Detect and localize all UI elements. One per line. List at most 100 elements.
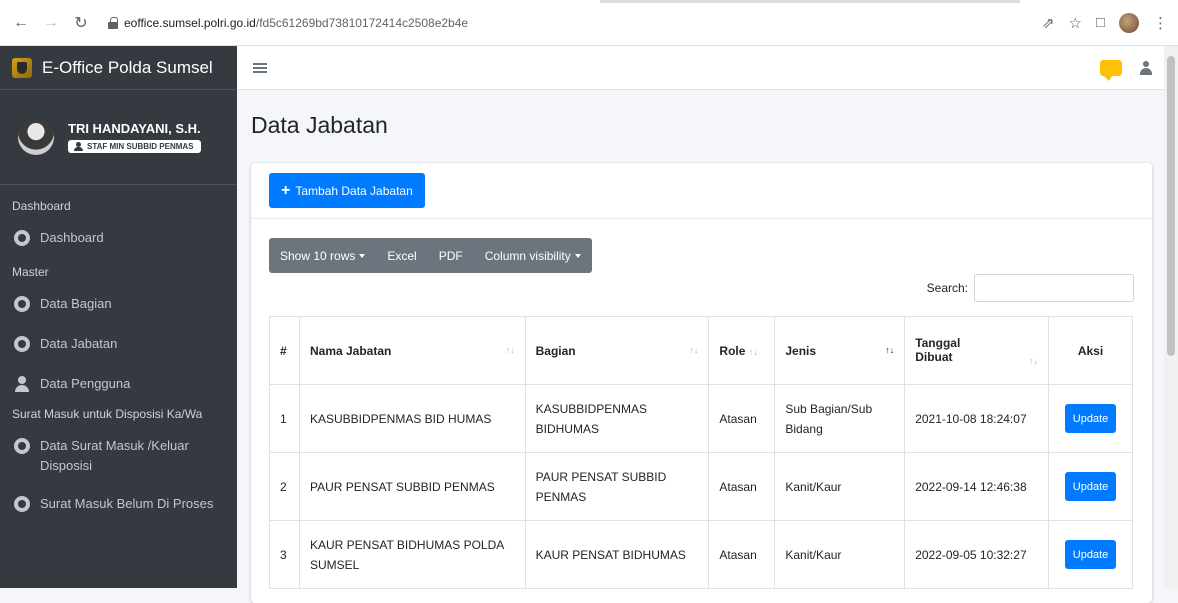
user-icon xyxy=(74,142,83,151)
browser-menu-icon[interactable]: ⋮ xyxy=(1153,14,1168,32)
col-header-label: Tanggal Dibuat xyxy=(915,335,961,364)
palette-icon xyxy=(14,438,30,454)
sidebar-item-data-jabatan[interactable]: Data Jabatan xyxy=(0,327,237,361)
nav-header-surat-masuk: Surat Masuk untuk Disposisi Ka/Wa xyxy=(12,407,203,421)
excel-label: Excel xyxy=(387,248,417,263)
update-button[interactable]: Update xyxy=(1064,540,1117,569)
cell-role: Atasan xyxy=(708,452,776,521)
brand-text: E-Office Polda Sumsel xyxy=(42,57,213,77)
palette-icon xyxy=(14,230,30,246)
cell-aksi: Update xyxy=(1048,520,1133,589)
cell-bagian: KASUBBIDPENMAS BIDHUMAS xyxy=(524,384,710,453)
cell-aksi: Update xyxy=(1048,384,1133,453)
cell-num: 1 xyxy=(269,384,300,453)
sidebar-item-data-bagian[interactable]: Data Bagian xyxy=(0,287,237,321)
page-title: Data Jabatan xyxy=(251,112,388,138)
search-area: Search: xyxy=(927,274,1134,302)
cell-role: Atasan xyxy=(708,384,776,453)
datatable-buttons: Show 10 rows Excel PDF Column visibility xyxy=(269,238,592,273)
col-header-jenis[interactable]: Jenis ↑↓ xyxy=(774,316,906,385)
page-scrollbar[interactable] xyxy=(1164,46,1178,588)
cell-role: Atasan xyxy=(708,520,776,589)
cell-tanggal: 2022-09-05 10:32:27 xyxy=(904,520,1050,589)
police-logo-icon xyxy=(12,57,32,78)
pdf-label: PDF xyxy=(438,248,463,263)
user-role-badge: STAF MIN SUBBID PENMAS xyxy=(68,140,201,153)
nav-header-master: Master xyxy=(12,265,49,279)
reload-icon[interactable]: ↻ xyxy=(70,12,92,34)
sort-icon: ↑↓ xyxy=(689,344,699,355)
profile-avatar-icon[interactable] xyxy=(1119,12,1139,33)
url-host: eoffice.sumsel.polri.go.id xyxy=(124,15,256,30)
table-header-row: # Nama Jabatan ↑↓ Bagian ↑↓ Role ↑↓ Jenis ↑… xyxy=(269,316,1133,385)
show-rows-button[interactable]: Show 10 rows xyxy=(269,238,376,273)
sidebar-item-dashboard[interactable]: Dashboard xyxy=(0,221,237,255)
share-icon[interactable]: ⇗ xyxy=(1042,14,1055,32)
brand-link[interactable]: E-Office Polda Sumsel xyxy=(0,46,237,90)
browser-toolbar: ← → ↻ eoffice.sumsel.polri.go.id/fd5c612… xyxy=(0,0,1178,46)
sidebar-item-label: Data Pengguna xyxy=(40,376,131,391)
chat-notification-icon[interactable] xyxy=(1100,59,1122,81)
side-panel-icon[interactable]: □ xyxy=(1096,14,1105,31)
excel-button[interactable]: Excel xyxy=(376,238,427,273)
show-rows-label: Show 10 rows xyxy=(280,248,356,263)
sidebar-item-label: Data Jabatan xyxy=(40,336,118,351)
col-header-role[interactable]: Role ↑↓ xyxy=(708,316,776,385)
col-header-label: Role xyxy=(719,343,746,358)
sort-desc-icon: ↑↓ xyxy=(885,344,895,355)
sidebar-item-label: Data Surat Masuk /Keluar Disposisi xyxy=(40,438,189,473)
menu-toggle-icon[interactable] xyxy=(253,62,267,73)
search-input[interactable] xyxy=(974,274,1134,302)
header-actions xyxy=(1100,59,1152,81)
back-arrow-icon[interactable]: ← xyxy=(10,12,32,34)
table-row: 3 KAUR PENSAT BIDHUMAS POLDA SUMSEL KAUR… xyxy=(269,520,1133,589)
cell-jenis: Kanit/Kaur xyxy=(774,452,906,521)
sidebar: E-Office Polda Sumsel TRI HANDAYANI, S.H… xyxy=(0,46,237,588)
column-visibility-button[interactable]: Column visibility xyxy=(474,238,592,273)
sidebar-item-surat-disposisi[interactable]: Data Surat Masuk /Keluar Disposisi xyxy=(0,429,237,483)
pdf-button[interactable]: PDF xyxy=(428,238,474,273)
jabatan-card: + Tambah Data Jabatan Show 10 rows Excel… xyxy=(251,163,1152,603)
user-name[interactable]: TRI HANDAYANI, S.H. xyxy=(68,121,201,136)
sidebar-item-label: Data Bagian xyxy=(40,296,112,311)
bookmark-star-icon[interactable]: ☆ xyxy=(1068,14,1081,32)
col-header-bagian[interactable]: Bagian ↑↓ xyxy=(524,316,710,385)
cell-nama: KAUR PENSAT BIDHUMAS POLDA SUMSEL xyxy=(298,520,526,589)
user-menu-icon[interactable] xyxy=(1140,60,1152,75)
sort-icon: ↑↓ xyxy=(1029,355,1039,366)
sort-icon: ↑↓ xyxy=(748,346,758,357)
plus-icon: + xyxy=(281,181,291,199)
forward-arrow-icon[interactable]: → xyxy=(40,12,62,34)
col-header-aksi: Aksi xyxy=(1048,316,1133,385)
col-header-nama[interactable]: Nama Jabatan ↑↓ xyxy=(298,316,526,385)
table-row: 2 PAUR PENSAT SUBBID PENMAS PAUR PENSAT … xyxy=(269,452,1133,521)
cell-jenis: Kanit/Kaur xyxy=(774,520,906,589)
add-jabatan-button[interactable]: + Tambah Data Jabatan xyxy=(269,173,425,208)
user-role-text: STAF MIN SUBBID PENMAS xyxy=(87,142,194,151)
main-header xyxy=(237,46,1178,90)
col-header-label: Jenis xyxy=(785,343,817,358)
sidebar-item-surat-belum-proses[interactable]: Surat Masuk Belum Di Proses xyxy=(0,487,237,521)
sidebar-item-label: Surat Masuk Belum Di Proses xyxy=(40,496,214,511)
sidebar-item-data-pengguna[interactable]: Data Pengguna xyxy=(0,367,237,401)
col-header-label: # xyxy=(280,343,287,358)
palette-icon xyxy=(14,296,30,312)
update-button[interactable]: Update xyxy=(1064,404,1117,433)
tab-strip-edge xyxy=(600,0,1020,3)
cell-bagian: KAUR PENSAT BIDHUMAS xyxy=(524,520,710,589)
update-button[interactable]: Update xyxy=(1064,472,1117,501)
palette-icon xyxy=(14,496,30,512)
col-header-tanggal[interactable]: ↑↓ Tanggal Dibuat xyxy=(904,316,1050,385)
scrollbar-thumb[interactable] xyxy=(1167,56,1175,356)
sidebar-item-label: Dashboard xyxy=(40,230,104,245)
user-panel: TRI HANDAYANI, S.H. STAF MIN SUBBID PENM… xyxy=(0,90,237,185)
address-bar[interactable]: eoffice.sumsel.polri.go.id/fd5c61269bd73… xyxy=(100,8,476,38)
col-header-label: Bagian xyxy=(535,343,576,358)
col-header-num[interactable]: # xyxy=(269,316,300,385)
table-row: 1 KASUBBIDPENMAS BID HUMAS KASUBBIDPENMA… xyxy=(269,384,1133,453)
cell-aksi: Update xyxy=(1048,452,1133,521)
user-avatar xyxy=(18,119,54,155)
cell-bagian: PAUR PENSAT SUBBID PENMAS xyxy=(524,452,710,521)
caret-down-icon xyxy=(574,253,581,258)
jabatan-table: # Nama Jabatan ↑↓ Bagian ↑↓ Role ↑↓ Jenis ↑… xyxy=(269,316,1133,589)
